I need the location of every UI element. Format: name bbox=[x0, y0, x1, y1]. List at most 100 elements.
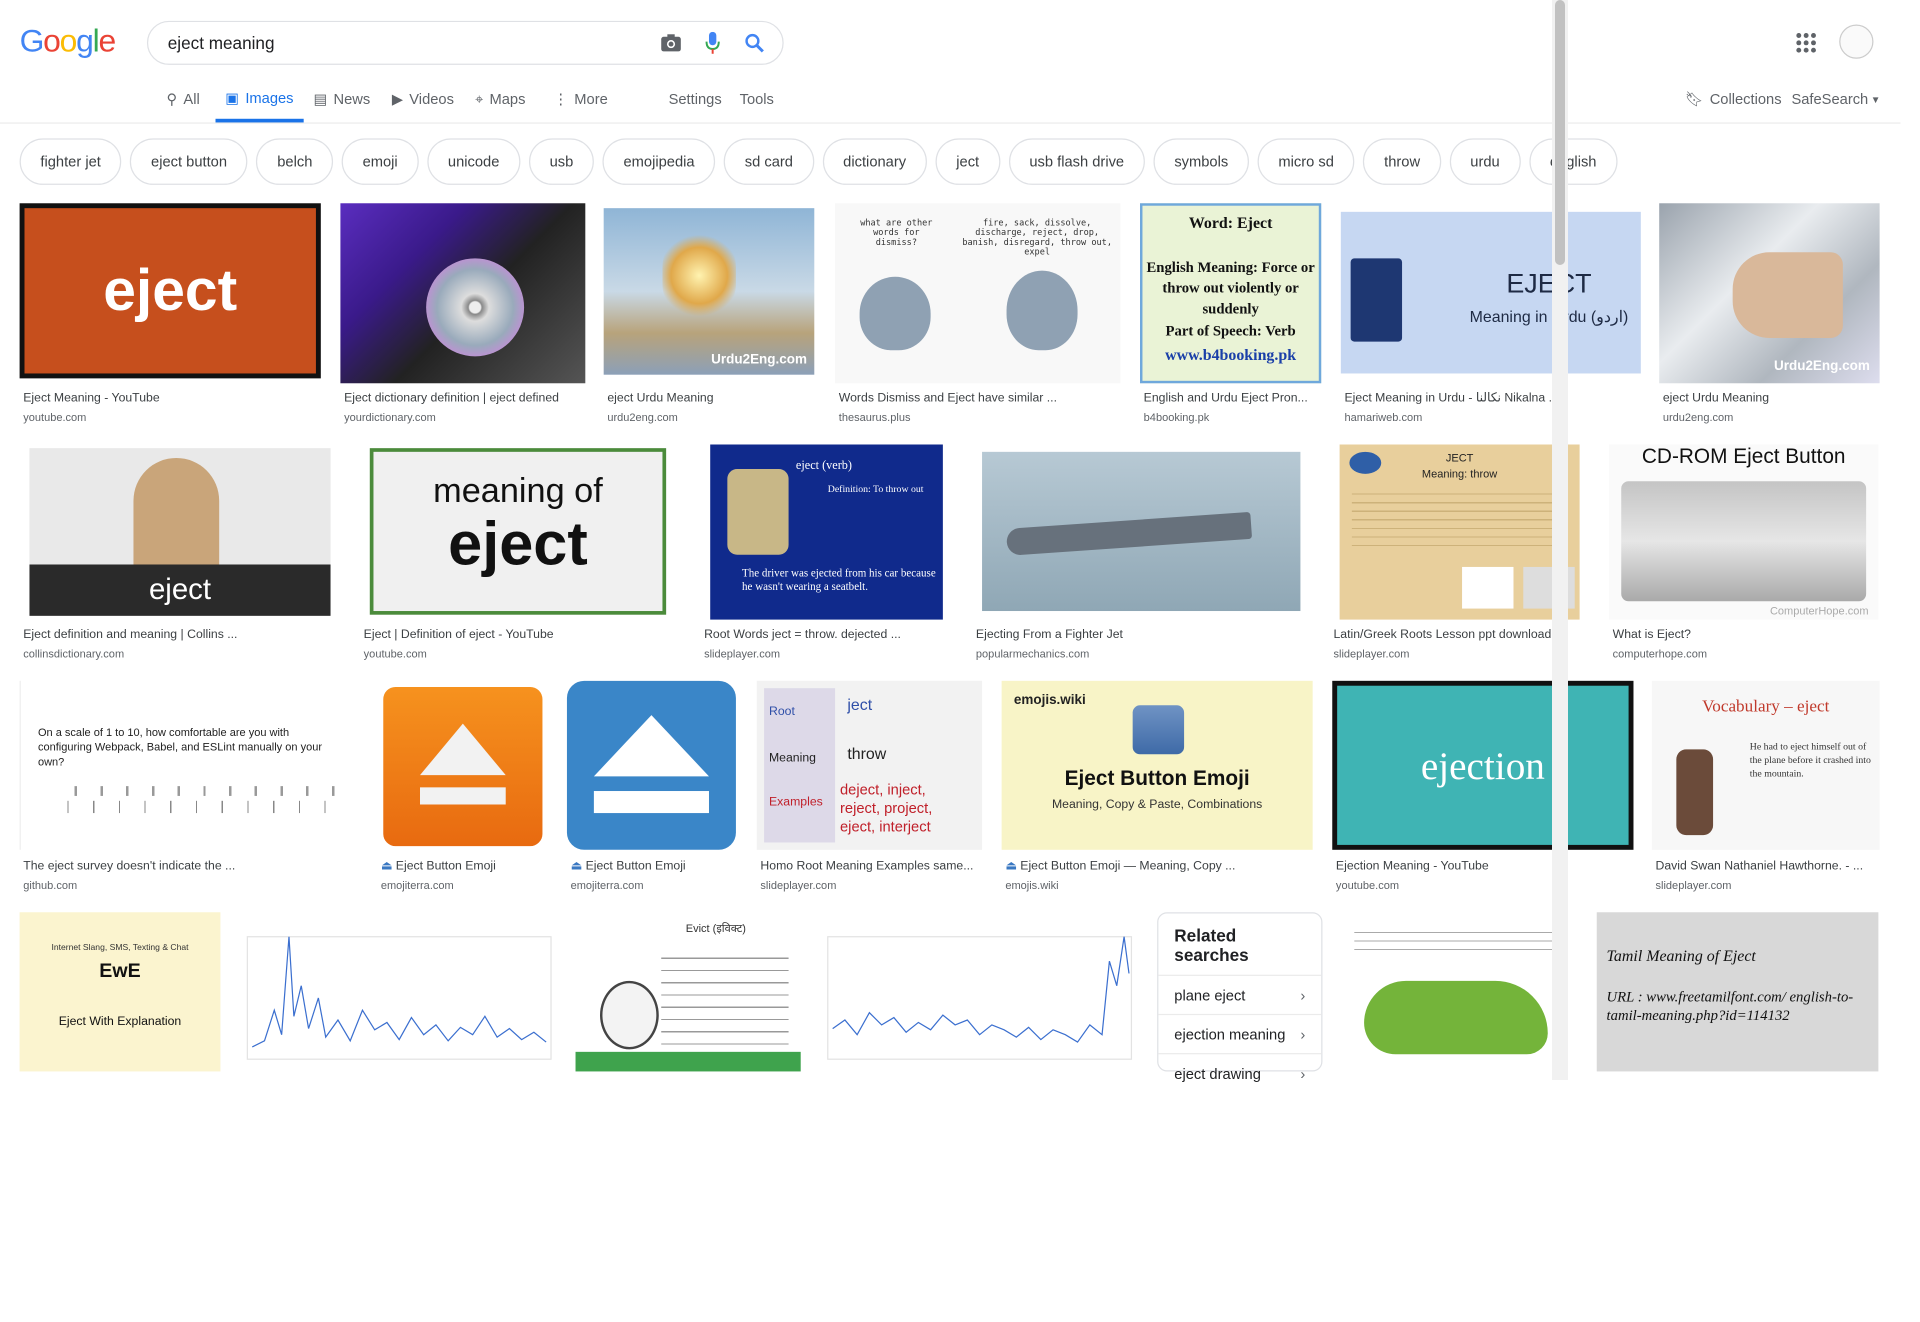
account-avatar[interactable] bbox=[1839, 24, 1874, 59]
chip[interactable]: throw bbox=[1363, 138, 1441, 185]
result-thumbnail[interactable]: Urdu2Eng.com bbox=[603, 208, 815, 375]
result-source[interactable]: emojiterra.com bbox=[381, 879, 454, 891]
result-title[interactable]: ⏏︎ Eject Button Emoji — Meaning, Copy ..… bbox=[1005, 860, 1311, 873]
search-input[interactable]: eject meaning bbox=[168, 33, 653, 53]
related-search-item[interactable]: plane eject › bbox=[1158, 974, 1322, 1014]
related-search-item[interactable]: eject drawing › bbox=[1158, 1053, 1322, 1092]
result-source[interactable]: slideplayer.com bbox=[1333, 648, 1409, 660]
result-title[interactable]: Root Words ject = throw. dejected ... bbox=[704, 628, 943, 641]
related-search-item[interactable]: ejection meaning › bbox=[1158, 1013, 1322, 1053]
chip[interactable]: usb bbox=[528, 138, 595, 185]
result-title[interactable]: Eject | Definition of eject - YouTube bbox=[364, 628, 670, 641]
tab-more[interactable]: ⋮ More bbox=[553, 76, 607, 123]
result-thumbnail[interactable] bbox=[340, 203, 586, 384]
result-source[interactable]: b4booking.pk bbox=[1144, 411, 1210, 423]
chip[interactable]: ject bbox=[935, 138, 1000, 185]
result-thumbnail[interactable]: eject bbox=[29, 448, 331, 616]
google-logo[interactable]: Google bbox=[20, 22, 117, 60]
result-thumbnail[interactable]: ejection bbox=[1332, 680, 1634, 850]
result-source[interactable]: hamariweb.com bbox=[1345, 411, 1423, 423]
result-title[interactable]: David Swan Nathaniel Hawthorne. - ... bbox=[1656, 860, 1879, 873]
result-source[interactable]: slideplayer.com bbox=[704, 648, 780, 660]
chip[interactable]: emojipedia bbox=[602, 138, 716, 185]
result-source[interactable]: emojiterra.com bbox=[571, 879, 644, 891]
result-thumbnail[interactable] bbox=[240, 912, 556, 1072]
result-source[interactable]: popularmechanics.com bbox=[976, 648, 1089, 660]
chip[interactable]: symbols bbox=[1153, 138, 1250, 185]
chip[interactable]: fighter jet bbox=[19, 138, 122, 185]
result-thumbnail[interactable]: eject (verb) Definition: To throw out Th… bbox=[710, 444, 943, 620]
result-thumbnail[interactable]: emojis.wiki Eject Button Emoji Meaning, … bbox=[1001, 680, 1313, 850]
result-title[interactable]: Eject Meaning - YouTube bbox=[23, 392, 317, 405]
chip[interactable]: unicode bbox=[427, 138, 521, 185]
result-thumbnail[interactable]: JECT Meaning: throw bbox=[1339, 444, 1580, 620]
result-title[interactable]: Words Dismiss and Eject have similar ... bbox=[839, 392, 1121, 405]
result-source[interactable]: youtube.com bbox=[1336, 879, 1399, 891]
result-title[interactable]: Eject definition and meaning | Collins .… bbox=[23, 628, 329, 641]
result-thumbnail[interactable]: Word: Eject English Meaning: Force or th… bbox=[1140, 203, 1322, 384]
chip[interactable]: eject button bbox=[130, 138, 248, 185]
result-source[interactable]: urdu2eng.com bbox=[607, 411, 677, 423]
microphone-icon[interactable] bbox=[694, 24, 731, 61]
safesearch-dropdown[interactable]: SafeSearch ▼ bbox=[1791, 76, 1880, 123]
settings-link[interactable]: Settings bbox=[669, 76, 722, 123]
result-thumbnail[interactable]: Evict (इविक्ट) bbox=[575, 912, 801, 1072]
result-title[interactable]: ⏏︎ Eject Button Emoji bbox=[571, 860, 740, 873]
result-source[interactable]: thesaurus.plus bbox=[839, 411, 911, 423]
result-title[interactable]: What is Eject? bbox=[1613, 628, 1876, 641]
result-thumbnail[interactable]: Internet Slang, SMS, Texting & Chat EwE … bbox=[19, 912, 221, 1072]
result-source[interactable]: collinsdictionary.com bbox=[23, 648, 124, 660]
result-thumbnail[interactable]: Urdu2Eng.com bbox=[1659, 203, 1880, 384]
tab-all[interactable]: ⚲ All bbox=[167, 76, 200, 123]
result-source[interactable]: slideplayer.com bbox=[1656, 879, 1732, 891]
result-title[interactable]: English and Urdu Eject Pron... bbox=[1144, 392, 1322, 405]
result-title[interactable]: Ejection Meaning - YouTube bbox=[1336, 860, 1630, 873]
result-source[interactable]: github.com bbox=[23, 879, 77, 891]
chip[interactable]: english bbox=[1529, 138, 1618, 185]
chip[interactable]: micro sd bbox=[1257, 138, 1355, 185]
chip[interactable]: urdu bbox=[1449, 138, 1521, 185]
search-box[interactable]: eject meaning bbox=[146, 20, 784, 65]
result-title[interactable]: Homo Root Meaning Examples same... bbox=[760, 860, 983, 873]
result-thumbnail[interactable]: EJECT Meaning in Urdu (اردو) bbox=[1340, 211, 1641, 374]
result-title[interactable]: eject Urdu Meaning bbox=[1663, 392, 1881, 405]
result-thumbnail[interactable]: what are other words for dismiss? fire, … bbox=[835, 203, 1121, 384]
result-title[interactable]: The eject survey doesn't indicate the ..… bbox=[23, 860, 354, 873]
result-source[interactable]: emojis.wiki bbox=[1005, 879, 1058, 891]
result-thumbnail[interactable] bbox=[982, 451, 1301, 612]
result-thumbnail[interactable]: Tamil Meaning of Eject URL : www.freetam… bbox=[1596, 912, 1879, 1072]
result-source[interactable]: yourdictionary.com bbox=[344, 411, 436, 423]
result-thumbnail[interactable]: eject bbox=[19, 203, 321, 379]
apps-grid-icon[interactable] bbox=[1795, 32, 1819, 56]
chip[interactable]: belch bbox=[256, 138, 334, 185]
search-icon[interactable] bbox=[736, 24, 773, 61]
result-thumbnail[interactable] bbox=[383, 686, 543, 847]
result-title[interactable]: eject Urdu Meaning bbox=[607, 392, 815, 405]
result-thumbnail[interactable]: Root Meaning Examples ject throw deject,… bbox=[756, 680, 983, 850]
result-thumbnail[interactable] bbox=[1342, 912, 1578, 1072]
result-title[interactable]: Eject dictionary definition | eject defi… bbox=[344, 392, 586, 405]
result-title[interactable]: Ejecting From a Fighter Jet bbox=[976, 628, 1307, 641]
chip[interactable]: emoji bbox=[341, 138, 419, 185]
result-thumbnail[interactable]: On a scale of 1 to 10, how comfortable a… bbox=[19, 680, 359, 850]
result-thumbnail[interactable]: meaning of eject bbox=[369, 448, 667, 615]
tab-news[interactable]: ▤ News bbox=[313, 76, 370, 123]
vertical-scrollbar[interactable] bbox=[1552, 0, 1568, 1080]
tools-link[interactable]: Tools bbox=[740, 76, 774, 123]
chip[interactable]: dictionary bbox=[822, 138, 927, 185]
result-thumbnail[interactable]: Vocabulary – eject He had to eject himse… bbox=[1651, 680, 1880, 850]
scrollbar-thumb[interactable] bbox=[1555, 0, 1565, 265]
result-thumbnail[interactable]: CD-ROM Eject Button ComputerHope.com bbox=[1608, 444, 1879, 620]
result-title[interactable]: Eject Meaning in Urdu - نکالنا Nikalna .… bbox=[1345, 392, 1639, 405]
result-source[interactable]: youtube.com bbox=[23, 411, 86, 423]
tab-videos[interactable]: ▶ Videos bbox=[392, 76, 454, 123]
camera-icon[interactable] bbox=[653, 24, 690, 61]
chip[interactable]: usb flash drive bbox=[1008, 138, 1145, 185]
result-thumbnail[interactable] bbox=[566, 680, 736, 850]
result-source[interactable]: urdu2eng.com bbox=[1663, 411, 1733, 423]
result-source[interactable]: slideplayer.com bbox=[760, 879, 836, 891]
collections-link[interactable]: 🔖︎ Collections bbox=[1685, 76, 1782, 123]
tab-maps[interactable]: ⌖ Maps bbox=[475, 76, 525, 123]
chip[interactable]: sd card bbox=[723, 138, 814, 185]
result-thumbnail[interactable] bbox=[820, 912, 1137, 1072]
